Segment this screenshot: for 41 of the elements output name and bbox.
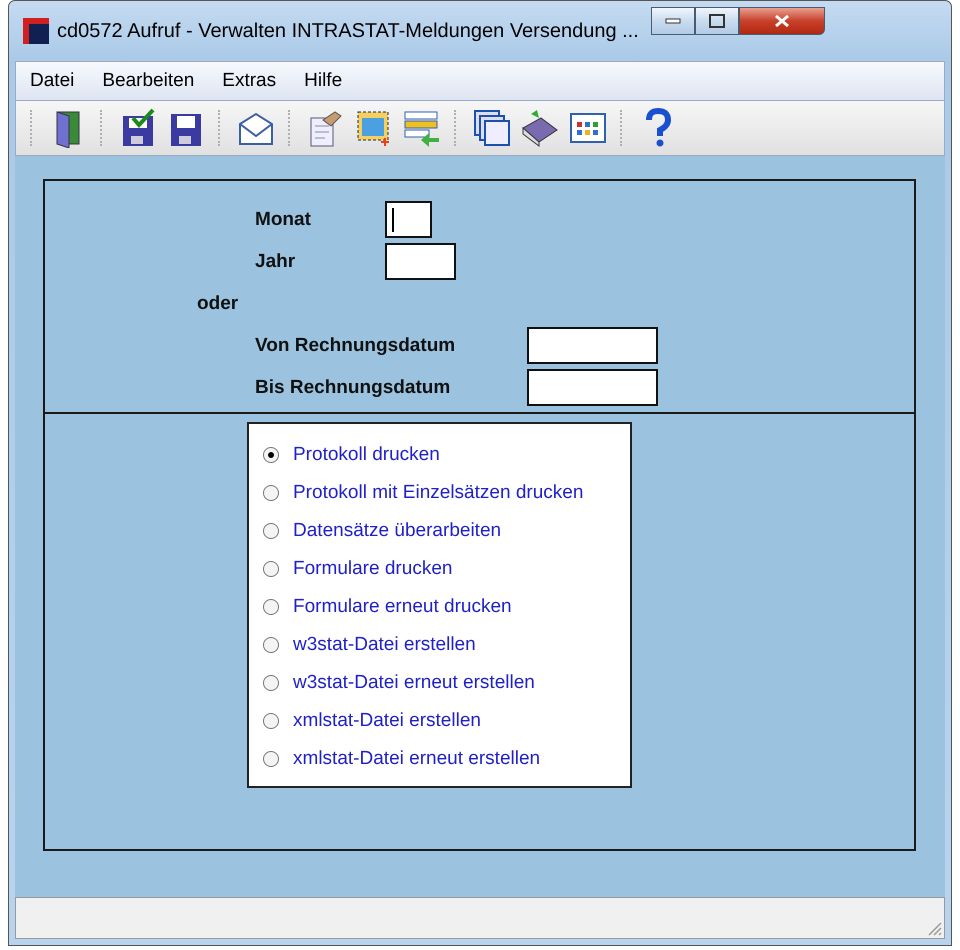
option-label[interactable]: Protokoll drucken [293,444,440,466]
option-label[interactable]: Formulare drucken [293,558,452,580]
radio-button[interactable] [263,447,279,463]
radio-button[interactable] [263,751,279,767]
radio-button[interactable] [263,713,279,729]
option-label[interactable]: w3stat-Datei erneut erstellen [293,672,535,694]
option-label[interactable]: Protokoll mit Einzelsätzen drucken [293,482,584,504]
book-icon [521,108,559,148]
maximize-icon [708,14,725,28]
field-label: Monat [255,208,312,230]
minimize-icon [664,18,681,24]
radio-button[interactable] [263,523,279,539]
menu-item[interactable]: Hilfe [290,70,356,92]
radio-button[interactable] [263,599,279,615]
input-field[interactable] [385,243,456,280]
input-field[interactable] [385,201,432,238]
option-label[interactable]: w3stat-Datei erstellen [293,634,476,656]
menu-item[interactable]: Bearbeiten [88,70,208,92]
input-field[interactable] [527,327,658,364]
menu-item[interactable]: Datei [16,70,88,92]
field-label: Jahr [255,250,296,272]
maximize-button[interactable] [694,7,739,35]
separator-label: oder [197,292,238,314]
option-label[interactable]: xmlstat-Datei erneut erstellen [293,748,540,770]
field-label: Bis Rechnungsdatum [255,376,452,398]
windows-icon [473,108,511,148]
close-button[interactable] [738,7,825,35]
close-icon [774,14,790,28]
option-label[interactable]: Datensätze überarbeiten [293,520,502,542]
radio-button[interactable] [263,675,279,691]
menu-item[interactable]: Extras [208,70,290,92]
field-label: Von Rechnungsdatum [255,334,456,356]
minimize-button[interactable] [650,7,695,35]
input-field[interactable] [527,369,658,406]
app-icon [23,18,49,44]
window-title: cd0572 Aufruf - Verwalten INTRASTAT-Meldungen Versendung ... [57,20,639,42]
option-label[interactable]: xmlstat-Datei erstellen [293,710,481,732]
radio-button[interactable] [263,561,279,577]
radio-button[interactable] [263,485,279,501]
radio-button[interactable] [263,637,279,653]
option-label[interactable]: Formulare erneut drucken [293,596,512,618]
